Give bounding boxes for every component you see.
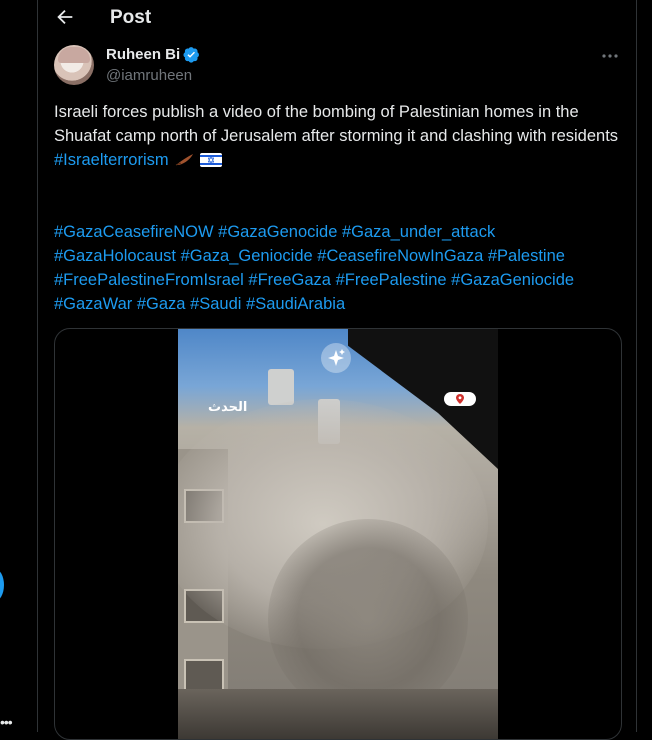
video-player[interactable]: الحدث [178, 329, 498, 739]
hashtag[interactable]: #GazaWar [54, 295, 132, 313]
hashtag[interactable]: #FreeGaza [248, 271, 331, 289]
arrow-left-icon[interactable] [54, 6, 76, 28]
post-body: Israeli forces publish a video of the bo… [54, 100, 624, 172]
avatar[interactable] [54, 45, 94, 85]
column-border-left [37, 0, 38, 732]
sparkle-icon[interactable] [321, 343, 351, 373]
rooftop-tank [268, 369, 294, 405]
compose-button-partial[interactable] [0, 569, 4, 601]
channel-logo: الحدث [208, 399, 248, 414]
hashtag[interactable]: #GazaGeniocide [451, 271, 574, 289]
israel-flag-emoji-icon [199, 153, 222, 167]
post-text: Israeli forces publish a video of the bo… [54, 103, 619, 145]
hashtag[interactable]: #Gaza [137, 295, 186, 313]
hashtag[interactable]: #Gaza_under_attack [342, 223, 495, 241]
author-name[interactable]: Ruheen Bi [106, 46, 180, 63]
hashtag-israelterrorism[interactable]: #Israelterrorism [54, 151, 169, 169]
page-title: Post [110, 7, 152, 28]
hashtag[interactable]: #Gaza_Geniocide [181, 247, 313, 265]
feather-emoji-icon [175, 154, 194, 166]
hashtag[interactable]: #GazaGenocide [218, 223, 337, 241]
hashtag[interactable]: #GazaCeasefireNOW [54, 223, 214, 241]
media-container[interactable]: الحدث [54, 328, 622, 740]
author-handle[interactable]: @iamruheen [106, 67, 192, 84]
hashtag[interactable]: #GazaHolocaust [54, 247, 176, 265]
column-border-right [636, 0, 637, 732]
hashtag-list: #GazaCeasefireNOW #GazaGenocide #Gaza_un… [54, 220, 624, 316]
hashtag[interactable]: #FreePalestine [336, 271, 447, 289]
hashtag[interactable]: #FreePalestineFromIsrael [54, 271, 244, 289]
post-header: Post [38, 0, 636, 36]
hashtag[interactable]: #Saudi [190, 295, 241, 313]
more-horizontal-icon[interactable] [600, 48, 620, 64]
sidebar-more-icon[interactable]: ••• [0, 714, 13, 730]
hashtag[interactable]: #Palestine [488, 247, 565, 265]
location-pin-icon[interactable] [444, 392, 476, 406]
verified-badge-icon[interactable] [183, 46, 200, 63]
hashtag[interactable]: #SaudiArabia [246, 295, 345, 313]
hashtag[interactable]: #CeasefireNowInGaza [317, 247, 483, 265]
